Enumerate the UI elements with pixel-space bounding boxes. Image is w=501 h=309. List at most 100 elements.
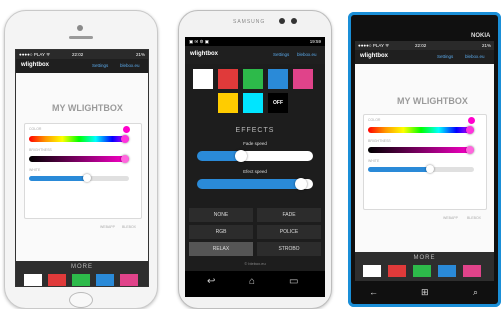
samsung-device: SAMSUNG ▣ ✉ ⚙ ▣ 19:59 wlightbox Settings…	[178, 10, 332, 309]
off-button[interactable]: OFF	[268, 93, 288, 113]
settings-link[interactable]: Settings	[273, 52, 289, 57]
iphone-device: ●●●●○ PLAY ᯤ 22:02 21% wlightbox Setting…	[4, 10, 158, 309]
status-bar: ●●●●○ PLAY ᯤ 22:02 21%	[16, 50, 148, 59]
carrier: ●●●●○ PLAY ᯤ	[358, 43, 390, 48]
white-slider[interactable]	[368, 167, 474, 172]
samsung-brand: SAMSUNG	[233, 19, 266, 25]
brightness-label: BRIGHTNESS	[368, 139, 391, 143]
blebox-link[interactable]: blebox.eu	[297, 52, 317, 57]
settings-link[interactable]: Settings	[437, 54, 453, 59]
effect-rgb-button[interactable]: RGB	[189, 225, 253, 239]
samsung-screen: ▣ ✉ ⚙ ▣ 19:59 wlightbox Settings blebox.…	[185, 37, 325, 297]
swatch-green[interactable]	[243, 69, 263, 89]
front-camera	[279, 18, 285, 24]
color-slider[interactable]	[29, 136, 129, 142]
brightness-slider[interactable]	[368, 147, 474, 153]
footer-blebox: BLEBOX	[122, 225, 137, 229]
footer-webapp: WEBAPP	[443, 216, 458, 220]
app-logo: wlightbox	[21, 62, 49, 68]
effect-none-button[interactable]: NONE	[189, 208, 253, 222]
white-slider-handle[interactable]	[83, 174, 91, 182]
swatch-white[interactable]	[193, 69, 213, 89]
brightness-slider-handle[interactable]	[121, 155, 129, 163]
color-label: COLOR	[29, 127, 42, 131]
effect-speed-handle[interactable]	[295, 178, 307, 190]
effect-police-button[interactable]: POLICE	[257, 225, 321, 239]
effect-fade-button[interactable]: FADE	[257, 208, 321, 222]
main-content: MY WLIGHTBOX COLOR BRIGHTNESS WHITE WEBA…	[16, 73, 148, 261]
swatch-pink[interactable]	[120, 274, 138, 286]
brightness-slider-handle[interactable]	[466, 146, 474, 154]
swatch-green[interactable]	[72, 274, 90, 286]
footer-webapp: WEBAPP	[100, 225, 115, 229]
back-icon[interactable]: ↩	[207, 276, 215, 287]
carrier: ●●●●○ PLAY ᯤ	[19, 52, 51, 57]
control-panel: COLOR BRIGHTNESS WHITE	[24, 123, 142, 219]
status-bar: ●●●●○ PLAY ᯤ 22:02 21%	[355, 41, 494, 50]
effect-speed-label: Efect speed	[243, 169, 267, 174]
more-label: MORE	[413, 255, 436, 261]
app-header: wlightbox Settings blebox.eu	[185, 46, 325, 64]
clock: 22:02	[415, 43, 427, 48]
effect-strobo-button[interactable]: STROBO	[257, 242, 321, 256]
app-header: wlightbox Settings blebox.eu	[355, 50, 494, 64]
recent-apps-icon[interactable]: ▭	[289, 276, 298, 287]
earpiece-speaker	[69, 36, 93, 39]
white-label: WHITE	[29, 168, 41, 172]
color-label: COLOR	[368, 118, 381, 122]
battery-level: 21%	[135, 52, 145, 57]
swatch-green[interactable]	[413, 265, 431, 277]
swatch-white[interactable]	[363, 265, 381, 277]
white-slider-handle[interactable]	[426, 165, 434, 173]
home-icon[interactable]: ⌂	[249, 276, 255, 287]
swatch-pink[interactable]	[293, 69, 313, 89]
color-preview-dot	[468, 117, 475, 124]
color-slider-handle[interactable]	[121, 135, 129, 143]
white-label: WHITE	[368, 159, 380, 163]
copyright: © blebox.eu	[244, 261, 266, 266]
notification-icons: ▣ ✉ ⚙ ▣	[189, 39, 210, 44]
settings-link[interactable]: Settings	[92, 63, 108, 68]
clock: 19:59	[309, 39, 321, 44]
color-slider-handle[interactable]	[466, 126, 474, 134]
home-button[interactable]	[69, 292, 93, 308]
fade-speed-handle[interactable]	[235, 150, 247, 162]
app-header: wlightbox Settings blebox.eu	[16, 59, 148, 73]
battery-level: 21%	[481, 43, 491, 48]
fade-speed-slider[interactable]	[197, 151, 313, 161]
swatch-blue[interactable]	[268, 69, 288, 89]
swatch-red[interactable]	[48, 274, 66, 286]
color-slider[interactable]	[368, 127, 474, 133]
swatch-red[interactable]	[218, 69, 238, 89]
more-label: MORE	[71, 264, 93, 270]
front-camera	[77, 25, 83, 31]
white-slider[interactable]	[29, 176, 129, 181]
page-title: MY WLIGHTBOX	[397, 96, 468, 106]
nokia-brand: NOKIA	[471, 33, 491, 39]
blebox-link[interactable]: blebox.eu	[120, 63, 140, 68]
swatch-blue[interactable]	[438, 265, 456, 277]
back-icon[interactable]: ←	[369, 287, 378, 297]
effects-heading: EFFECTS	[235, 127, 275, 134]
brightness-slider[interactable]	[29, 156, 129, 162]
blebox-link[interactable]: blebox.eu	[465, 54, 485, 59]
main-content: MY WLIGHTBOX COLOR BRIGHTNESS WHITE WEBA…	[355, 64, 494, 252]
search-icon[interactable]: ⌕	[473, 287, 478, 298]
swatch-white[interactable]	[24, 274, 42, 286]
footer-blebox: BLEBOX	[467, 216, 482, 220]
nokia-face: NOKIA ●●●●○ PLAY ᯤ 22:02 21% wlightbox S…	[348, 12, 501, 307]
swatch-red[interactable]	[388, 265, 406, 277]
swatch-blue[interactable]	[96, 274, 114, 286]
clock: 22:02	[72, 52, 84, 57]
effect-relax-button[interactable]: RELAX	[189, 242, 253, 256]
page-title: MY WLIGHTBOX	[52, 103, 123, 113]
swatch-pink[interactable]	[463, 265, 481, 277]
swatch-cyan[interactable]	[243, 93, 263, 113]
app-logo: wlightbox	[190, 51, 218, 57]
nokia-device: NOKIA ●●●●○ PLAY ᯤ 22:02 21% wlightbox S…	[348, 12, 501, 307]
app-logo: wlightbox	[360, 53, 388, 59]
status-bar: ▣ ✉ ⚙ ▣ 19:59	[185, 37, 325, 46]
windows-start-icon[interactable]: ⊞	[421, 287, 429, 298]
swatch-yellow[interactable]	[218, 93, 238, 113]
iphone-screen: ●●●●○ PLAY ᯤ 22:02 21% wlightbox Setting…	[15, 49, 149, 287]
